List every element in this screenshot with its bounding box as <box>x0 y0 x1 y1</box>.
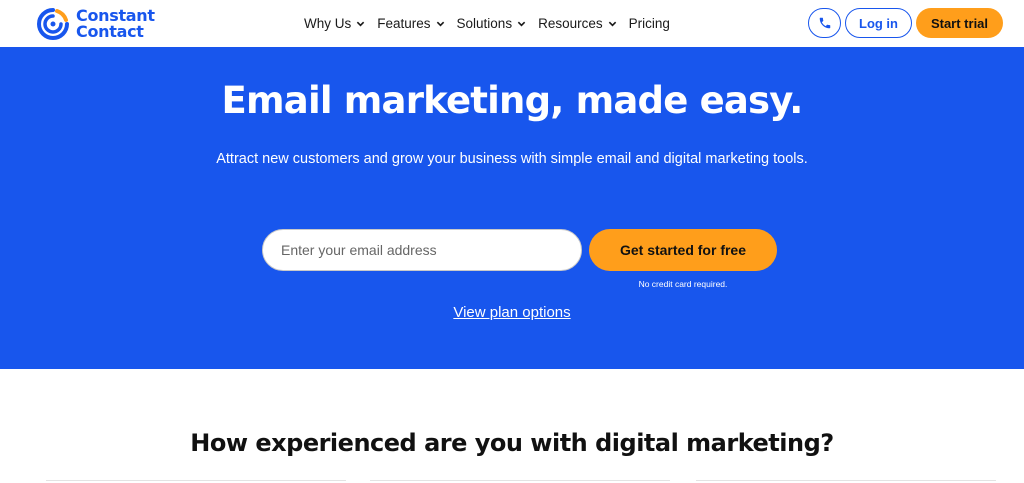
main-nav: Why Us Features Solutions Resources Pric… <box>304 0 682 47</box>
chevron-down-icon <box>517 21 526 27</box>
phone-icon <box>819 17 830 29</box>
chevron-down-icon <box>436 21 444 27</box>
hero-subtitle: Attract new customers and grow your busi… <box>216 151 808 167</box>
email-input[interactable] <box>262 229 582 271</box>
view-plan-options-link[interactable]: View plan options <box>453 304 570 321</box>
nav-item-label: Pricing <box>628 16 670 31</box>
plan-link-wrapper: View plan options <box>0 304 1024 322</box>
nav-item-label: Features <box>377 16 431 31</box>
nav-item-solutions[interactable]: Solutions <box>457 16 527 31</box>
get-started-button[interactable]: Get started for free <box>589 229 777 271</box>
hero-title: Email marketing, made easy. <box>221 79 804 122</box>
nav-item-label: Resources <box>538 16 603 31</box>
start-trial-button[interactable]: Start trial <box>916 8 1003 38</box>
site-header: Constant Contact Why Us Features Solutio… <box>0 0 1024 47</box>
logo-wordmark: Constant Contact <box>76 8 155 40</box>
chevron-down-icon <box>357 21 365 27</box>
logo-icon <box>37 8 69 40</box>
nav-item-pricing[interactable]: Pricing <box>629 16 670 31</box>
hero-section: Email marketing, made easy. Attract new … <box>0 47 1024 369</box>
nav-item-features[interactable]: Features <box>377 16 444 31</box>
nav-item-label: Why Us <box>304 16 352 31</box>
chevron-down-icon <box>608 21 616 27</box>
logo-line-2: Contact <box>76 22 144 41</box>
no-credit-card-note: No credit card required. <box>638 279 728 289</box>
nav-item-why-us[interactable]: Why Us <box>304 16 365 31</box>
phone-button[interactable] <box>808 8 841 38</box>
login-button[interactable]: Log in <box>845 8 912 38</box>
constant-contact-logo[interactable]: Constant Contact <box>36 6 155 42</box>
experience-section-title: How experienced are you with digital mar… <box>190 429 834 457</box>
nav-item-label: Solutions <box>456 16 513 31</box>
nav-item-resources[interactable]: Resources <box>538 16 617 31</box>
